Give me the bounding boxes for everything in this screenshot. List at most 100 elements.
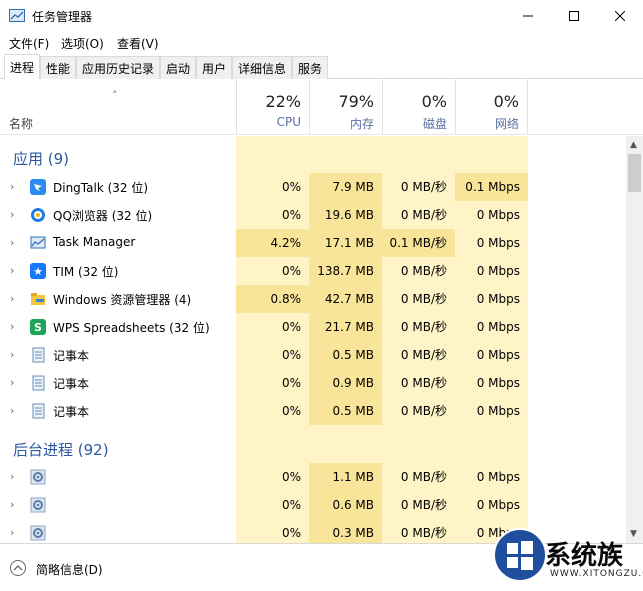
wps-icon: S	[30, 319, 46, 335]
chevron-right-icon[interactable]: ›	[10, 320, 14, 333]
chevron-right-icon[interactable]: ›	[10, 180, 14, 193]
process-memory: 17.1 MB	[309, 229, 382, 257]
explorer-icon	[30, 291, 46, 307]
task-manager-app-icon	[9, 9, 25, 22]
gear-icon	[30, 525, 46, 541]
close-icon	[615, 11, 625, 21]
svg-text:★: ★	[33, 265, 43, 278]
chevron-right-icon[interactable]: ›	[10, 498, 14, 511]
group-header-apps[interactable]: 应用 (9)	[0, 144, 626, 172]
process-row[interactable]: › Task Manager 4.2% 17.1 MB 0.1 MB/秒 0 Mbps	[0, 229, 626, 257]
process-network: 0 Mbps	[476, 376, 520, 390]
process-disk: 0 MB/秒	[400, 470, 447, 484]
process-row[interactable]: › 0% 1.1 MB 0 MB/秒 0 Mbps	[0, 463, 626, 491]
process-row[interactable]: › 记事本 0% 0.5 MB 0 MB/秒 0 Mbps	[0, 397, 626, 425]
tab-startup[interactable]: 启动	[160, 56, 196, 79]
tab-details[interactable]: 详细信息	[232, 56, 292, 79]
fewer-details-button[interactable]	[10, 560, 26, 576]
scroll-up-icon[interactable]: ▲	[630, 140, 637, 150]
process-disk: 0 MB/秒	[400, 348, 447, 362]
process-disk: 0 MB/秒	[400, 404, 447, 418]
process-cpu: 0%	[281, 526, 301, 540]
process-row[interactable]: › ★ TIM (32 位) 0% 138.7 MB 0 MB/秒 0 Mbps	[0, 257, 626, 285]
process-name: TIM (32 位)	[53, 265, 119, 279]
title-bar[interactable]: 任务管理器	[0, 0, 643, 32]
process-row[interactable]: › QQ浏览器 (32 位) 0% 19.6 MB 0 MB/秒 0 Mbps	[0, 201, 626, 229]
tab-bar: 进程 性能 应用历史记录 启动 用户 详细信息 服务	[0, 54, 643, 80]
tab-processes[interactable]: 进程	[4, 54, 40, 80]
svg-text:S: S	[34, 321, 42, 334]
scroll-thumb[interactable]	[628, 154, 641, 192]
process-disk: 0 MB/秒	[400, 498, 447, 512]
process-cpu: 0%	[281, 180, 301, 194]
tim-icon: ★	[30, 263, 46, 279]
process-network: 0 Mbps	[476, 404, 520, 418]
watermark: 系统族 WWW.XITONGZU.COM	[488, 517, 643, 591]
tab-users[interactable]: 用户	[196, 56, 232, 79]
process-row[interactable]: › 记事本 0% 0.9 MB 0 MB/秒 0 Mbps	[0, 369, 626, 397]
maximize-button[interactable]	[551, 0, 597, 32]
process-row[interactable]: › DingTalk (32 位) 0% 7.9 MB 0 MB/秒 0.1 Mbps	[0, 173, 626, 201]
minimize-button[interactable]	[505, 0, 551, 32]
process-cpu: 0%	[281, 498, 301, 512]
chevron-right-icon[interactable]: ›	[10, 292, 14, 305]
group-title-apps: 应用 (9)	[13, 150, 70, 168]
process-cpu: 0%	[281, 376, 301, 390]
column-memory[interactable]: 79% 内存	[309, 79, 382, 135]
sort-caret-icon[interactable]: ˄	[112, 89, 118, 102]
menu-file[interactable]: 文件(F)	[9, 35, 49, 52]
network-label: 网络	[494, 117, 519, 131]
chevron-right-icon[interactable]: ›	[10, 264, 14, 277]
chevron-right-icon[interactable]: ›	[10, 348, 14, 361]
chevron-right-icon[interactable]: ›	[10, 208, 14, 221]
process-name: 记事本	[53, 405, 90, 419]
column-network[interactable]: 0% 网络	[455, 79, 528, 135]
menu-options[interactable]: 选项(O)	[61, 35, 104, 52]
column-disk[interactable]: 0% 磁盘	[382, 79, 455, 135]
group-header-background[interactable]: 后台进程 (92)	[0, 434, 626, 462]
process-row[interactable]: › S WPS Spreadsheets (32 位) 0% 21.7 MB 0 MB/秒…	[0, 313, 626, 341]
process-cpu: 0.8%	[236, 285, 309, 313]
column-name[interactable]: 名称	[9, 115, 33, 132]
chevron-right-icon[interactable]: ›	[10, 236, 14, 249]
process-row[interactable]: › 0% 0.6 MB 0 MB/秒 0 Mbps	[0, 491, 626, 519]
disk-total: 0%	[421, 92, 447, 111]
process-name: Task Manager	[53, 235, 136, 249]
process-disk: 0 MB/秒	[400, 292, 447, 306]
process-network: 0 Mbps	[476, 236, 520, 250]
process-disk: 0 MB/秒	[400, 526, 447, 540]
menu-view[interactable]: 查看(V)	[117, 35, 159, 52]
column-cpu[interactable]: 22% CPU	[236, 79, 309, 135]
notepad-icon	[30, 403, 46, 419]
task-manager-icon	[30, 235, 46, 251]
tab-app-history[interactable]: 应用历史记录	[76, 56, 160, 79]
notepad-icon	[30, 375, 46, 391]
tab-performance[interactable]: 性能	[40, 56, 76, 79]
column-header: ˄ 名称 22% CPU 79% 内存 0% 磁盘 0% 网络	[0, 79, 643, 135]
process-network: 0 Mbps	[476, 208, 520, 222]
process-name: DingTalk (32 位)	[53, 181, 149, 195]
process-cpu: 0%	[281, 320, 301, 334]
chevron-up-icon	[13, 565, 23, 571]
process-cpu: 0%	[281, 348, 301, 362]
process-memory: 0.6 MB	[309, 491, 382, 519]
process-row[interactable]: › 记事本 0% 0.5 MB 0 MB/秒 0 Mbps	[0, 341, 626, 369]
chevron-right-icon[interactable]: ›	[10, 526, 14, 539]
process-row[interactable]: › Windows 资源管理器 (4) 0.8% 42.7 MB 0 MB/秒 0 Mbp…	[0, 285, 626, 313]
process-network: 0 Mbps	[476, 292, 520, 306]
fewer-details-label[interactable]: 简略信息(D)	[36, 561, 103, 578]
close-button[interactable]	[597, 0, 643, 32]
notepad-icon	[30, 347, 46, 363]
tab-services[interactable]: 服务	[292, 56, 328, 79]
chevron-right-icon[interactable]: ›	[10, 470, 14, 483]
process-disk: 0 MB/秒	[400, 208, 447, 222]
chevron-right-icon[interactable]: ›	[10, 376, 14, 389]
process-network: 0 Mbps	[476, 320, 520, 334]
process-name: 记事本	[53, 349, 90, 363]
window-title: 任务管理器	[32, 10, 93, 24]
process-disk: 0 MB/秒	[400, 376, 447, 390]
process-network: 0 Mbps	[476, 348, 520, 362]
process-cpu: 0%	[281, 264, 301, 278]
chevron-right-icon[interactable]: ›	[10, 404, 14, 417]
vertical-scrollbar[interactable]: ▲ ▼	[626, 136, 643, 543]
